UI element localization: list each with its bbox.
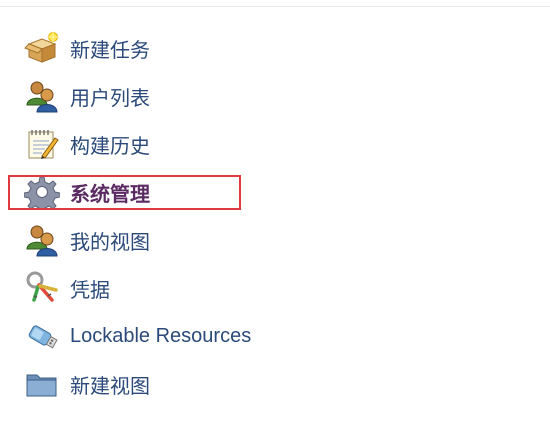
usb-drive-icon — [24, 318, 60, 354]
task-credentials[interactable]: 凭据 — [24, 264, 424, 312]
new-item-box-icon — [24, 30, 60, 66]
task-label: 凭据 — [70, 279, 110, 302]
gear-icon — [24, 174, 60, 210]
task-label: 用户列表 — [70, 87, 150, 110]
top-divider — [0, 0, 550, 7]
task-new-view[interactable]: 新建视图 — [24, 360, 424, 408]
task-label: 新建任务 — [70, 39, 150, 62]
task-label: 构建历史 — [70, 135, 150, 158]
task-build-history[interactable]: 构建历史 — [24, 120, 424, 168]
task-label: Lockable Resources — [70, 324, 252, 347]
keys-icon — [24, 270, 60, 306]
people-icon — [24, 78, 60, 114]
folder-icon — [24, 366, 60, 402]
task-lockable-resources[interactable]: Lockable Resources — [24, 312, 424, 360]
task-manage-jenkins[interactable]: 系统管理 — [8, 168, 424, 216]
task-my-views[interactable]: 我的视图 — [24, 216, 424, 264]
notepad-icon — [24, 126, 60, 162]
sidebar-tasks: 新建任务 用户列表 构建历史 系统管理 我的视图 凭据 Lockable Res… — [8, 24, 424, 408]
people-icon — [24, 222, 60, 258]
task-label: 我的视图 — [70, 231, 150, 254]
task-people[interactable]: 用户列表 — [24, 72, 424, 120]
task-new-item[interactable]: 新建任务 — [24, 24, 424, 72]
task-label: 系统管理 — [70, 183, 150, 206]
task-label: 新建视图 — [70, 375, 150, 398]
